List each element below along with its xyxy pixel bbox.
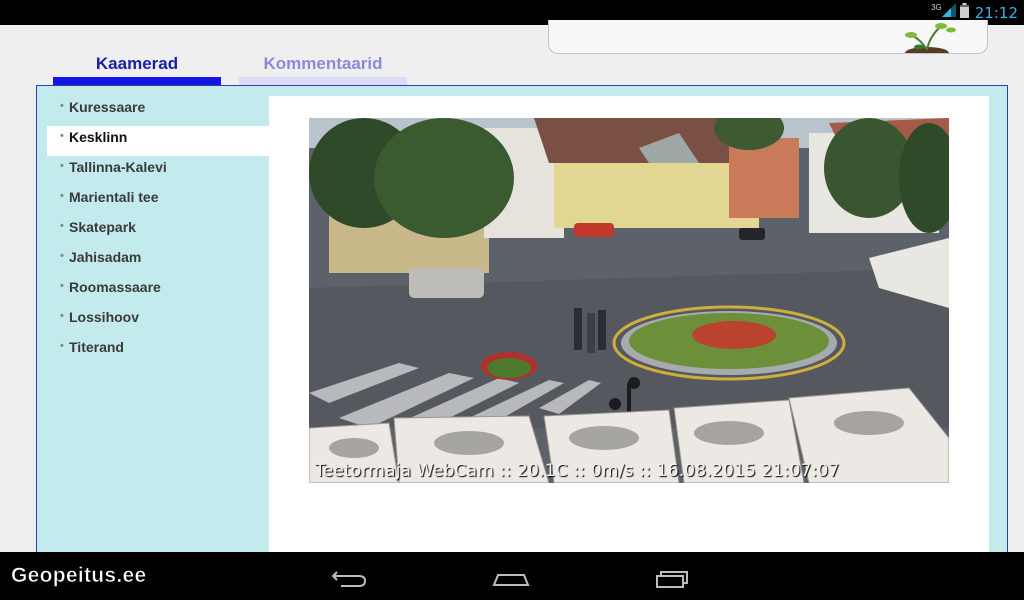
webcam-caption: Teetormaja WebCam :: 20.1C :: 0m/s :: 16… [315,461,840,481]
sidebar-item-jahisadam[interactable]: • Jahisadam [47,246,269,276]
back-button[interactable] [319,562,379,592]
sidebar-item-label: Marientali tee [69,189,159,205]
camera-list: • Kuressaare • Kesklinn • Tallinna-Kalev… [47,96,269,366]
tab-comments[interactable]: Kommentaarid [239,50,407,85]
sidebar-item-label: Lossihoov [69,309,140,325]
home-button[interactable] [481,562,541,592]
sidebar-item-label: Kuressaare [69,99,146,115]
bullet: • [60,100,64,112]
sidebar-item-skatepark[interactable]: • Skatepark [47,216,269,246]
sidebar-item-label: Tallinna-Kalevi [69,159,167,175]
sidebar-item-lossihoov[interactable]: • Lossihoov [47,306,269,336]
back-icon [319,571,379,596]
webcam-image: Teetormaja WebCam :: 20.1C :: 0m/s :: 16… [309,118,949,483]
bullet: • [60,220,64,232]
sidebar-item-roomassaare[interactable]: • Roomassaare [47,276,269,306]
sidebar-item-kesklinn[interactable]: • Kesklinn [47,126,269,156]
plant-icon [899,20,969,53]
sidebar-item-tallinna-kalevi[interactable]: • Tallinna-Kalevi [47,156,269,186]
watermark: Geopeitus.ee [11,564,147,588]
sidebar-item-label: Jahisadam [69,249,142,265]
recent-apps-icon [643,571,703,596]
bullet: • [60,250,64,262]
sidebar-item-marientali-tee[interactable]: • Marientali tee [47,186,269,216]
clock: 21:12 [974,3,1018,22]
network-type: 3G [931,3,942,12]
bullet: • [60,280,64,292]
bullet: • [60,310,64,322]
sidebar-item-label: Kesklinn [69,129,128,145]
recent-apps-button[interactable] [643,562,703,592]
header-box [548,20,988,54]
camera-content: Teetormaja WebCam :: 20.1C :: 0m/s :: 16… [269,96,989,556]
sidebar-item-titerand[interactable]: • Titerand [47,336,269,366]
bullet: • [60,190,64,202]
home-icon [481,574,541,596]
sidebar-item-label: Titerand [69,339,124,355]
sidebar-item-label: Skatepark [69,219,136,235]
bullet: • [60,160,64,172]
bullet: • [60,340,64,352]
navigation-bar: Geopeitus.ee [0,552,1024,600]
sidebar-item-label: Roomassaare [69,279,161,295]
main-panel: • Kuressaare • Kesklinn • Tallinna-Kalev… [36,85,1008,556]
tab-cameras[interactable]: Kaamerad [53,50,221,85]
bullet: • [60,130,64,142]
sidebar-item-kuressaare[interactable]: • Kuressaare [47,96,269,126]
webcam-scene [309,118,949,483]
